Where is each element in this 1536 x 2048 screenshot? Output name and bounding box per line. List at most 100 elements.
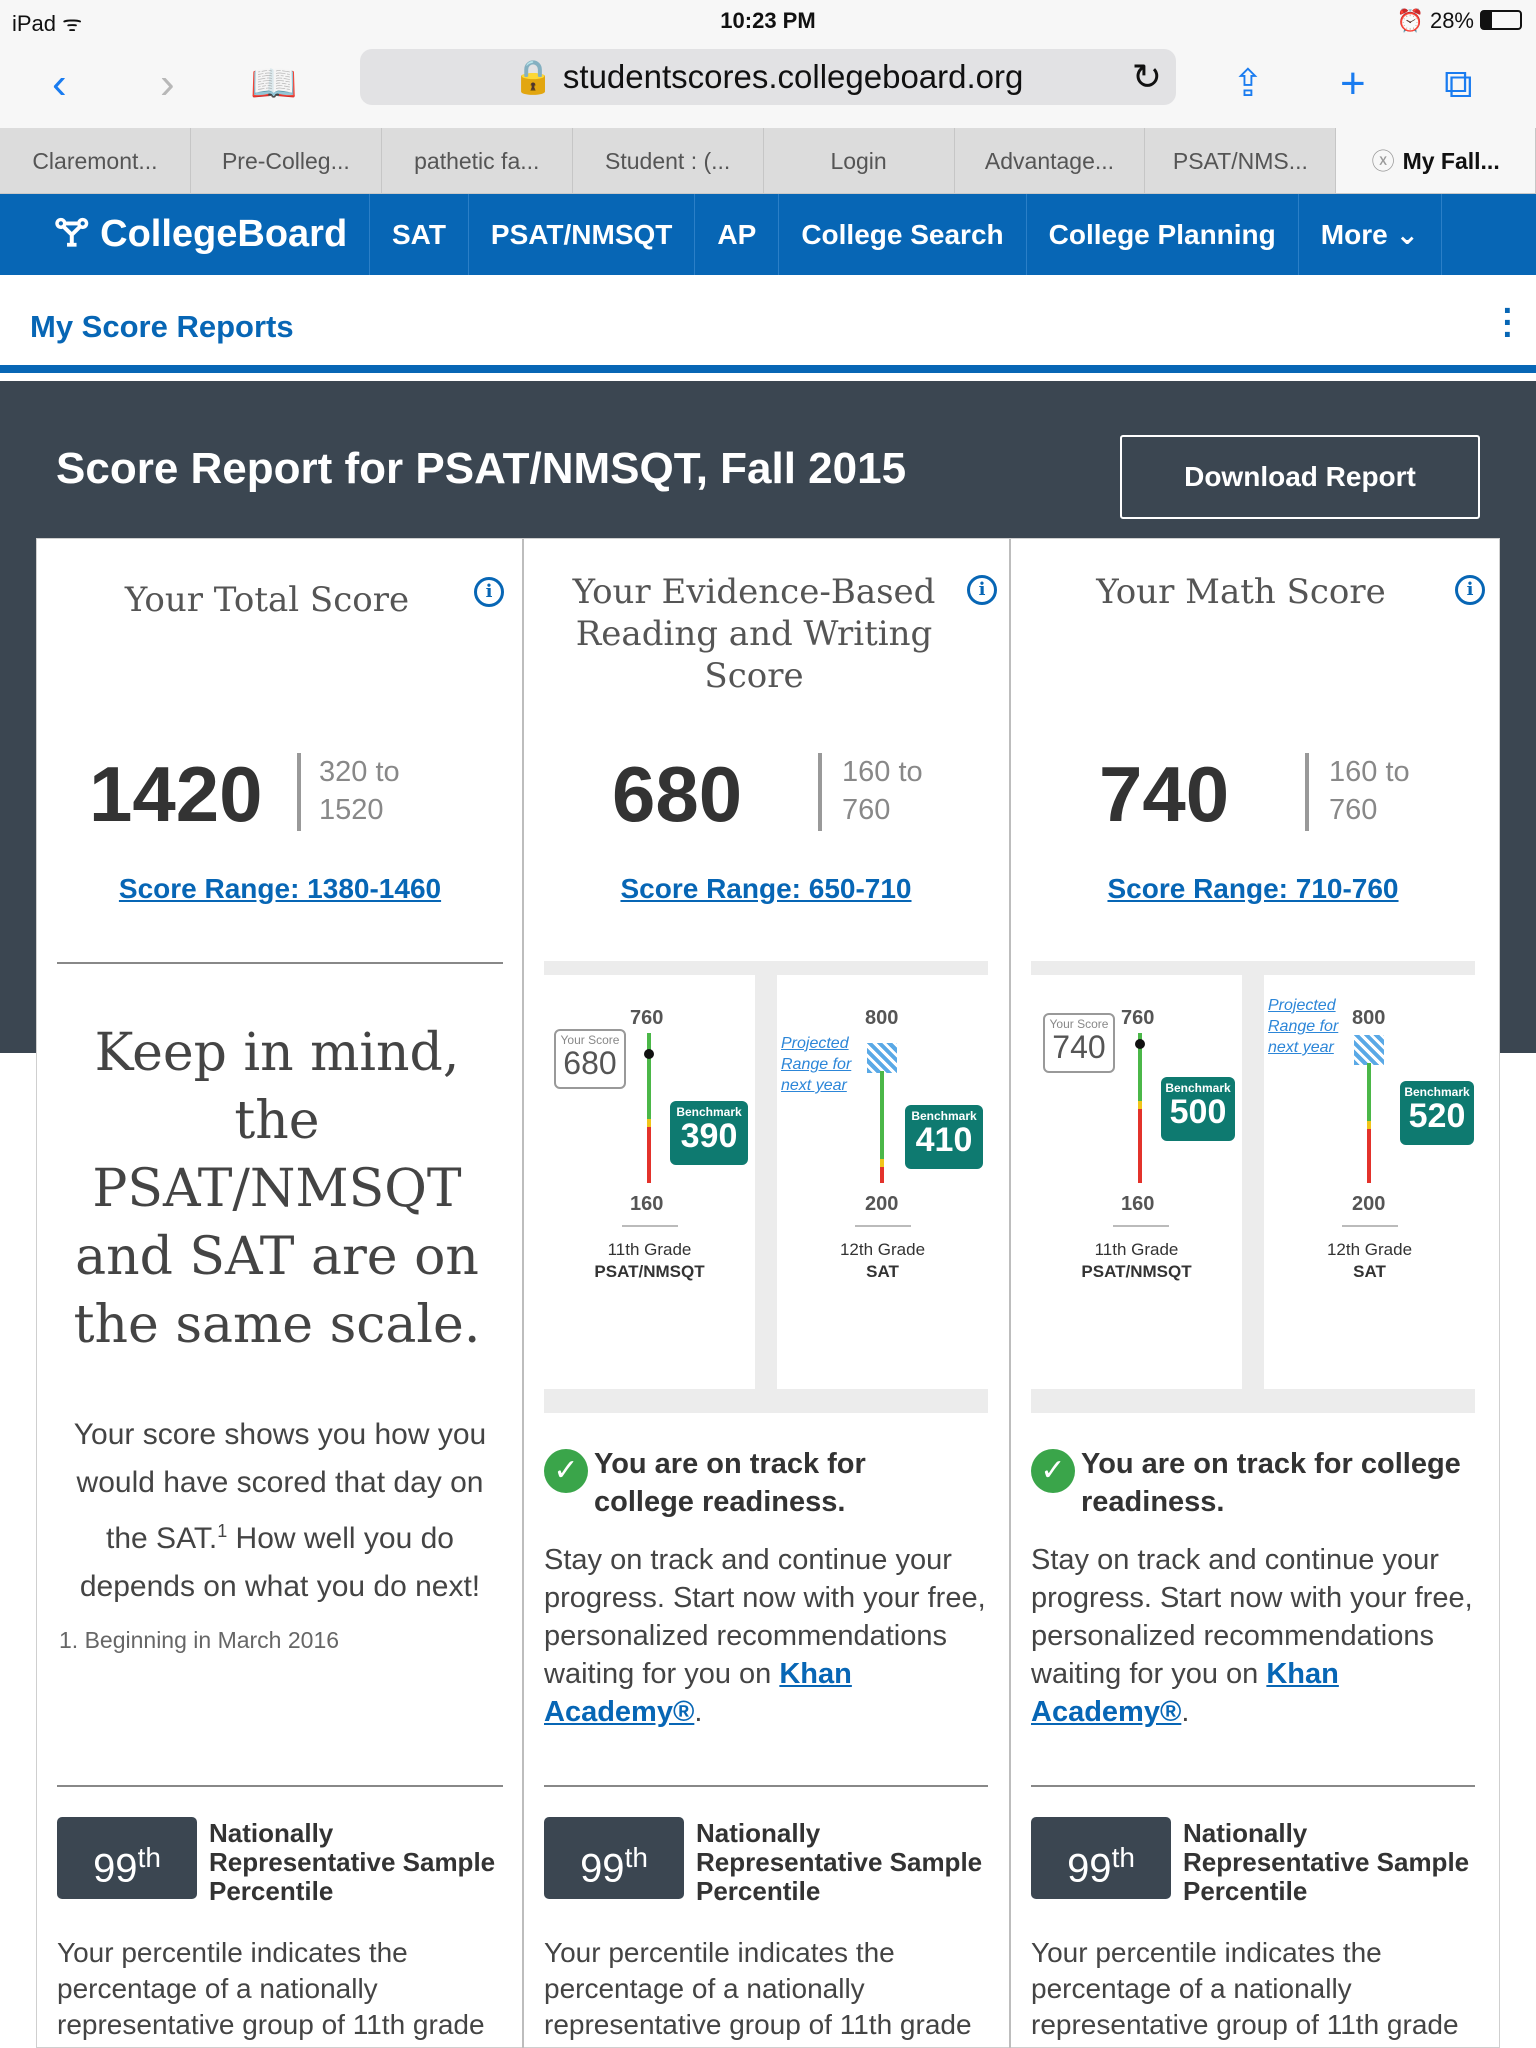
benchmark-badge: Benchmark 410 <box>905 1105 983 1169</box>
info-icon[interactable]: i <box>1455 575 1485 605</box>
sat-graph: 800 Projected Range for next year Benchm… <box>777 975 988 1389</box>
url-bar[interactable]: 🔒 studentscores.collegeboard.org ↻ <box>360 49 1176 105</box>
browser-tab[interactable]: Student : (... <box>573 128 764 193</box>
nav-psat[interactable]: PSAT/NMSQT <box>469 194 696 275</box>
score-scale: 160 to 760 <box>1329 756 1410 826</box>
scale-base <box>855 1225 911 1227</box>
score-scale: 320 to 1520 <box>319 756 400 826</box>
projected-range-label[interactable]: Projected Range for next year <box>781 1033 871 1096</box>
browser-tab[interactable]: Claremont... <box>0 128 191 193</box>
total-score: 1420 <box>89 750 263 838</box>
battery-percent: ⏰ 28% <box>1396 8 1474 33</box>
browser-tab[interactable]: Pre-Colleg... <box>191 128 382 193</box>
browser-tab[interactable]: PSAT/NMS... <box>1145 128 1337 193</box>
column-title: Your Total Score <box>124 580 410 620</box>
chevron-down-icon: ⌄ <box>1395 219 1419 250</box>
score-range-link[interactable]: Score Range: 1380-1460 <box>60 873 500 905</box>
tab-strip: Claremont... Pre-Colleg... pathetic fa..… <box>0 128 1536 194</box>
score-divider <box>818 753 822 831</box>
page-title[interactable]: My Score Reports <box>30 309 294 345</box>
ebrw-score: 680 <box>612 750 743 838</box>
percentile-label: Nationally Representative Sample Percent… <box>1183 1818 1470 1906</box>
nav-college-search[interactable]: College Search <box>779 194 1027 275</box>
scale-bottom: 160 <box>1121 1193 1155 1215</box>
on-track-message: You are on track for college readiness. <box>1081 1448 1461 1518</box>
benchmark-graph: 760 Your Score 680 Benchmark 390 160 11th … <box>544 961 988 1413</box>
divider <box>57 962 503 964</box>
info-icon[interactable]: i <box>967 575 997 605</box>
close-tab-icon[interactable]: ⓧ <box>1372 148 1395 174</box>
url-text: studentscores.collegeboard.org <box>562 58 1024 95</box>
score-range-link[interactable]: Score Range: 650-710 <box>546 873 986 905</box>
info-icon[interactable]: i <box>474 577 504 607</box>
percentile-text: Your percentile indicates the percentage… <box>544 1937 972 2040</box>
percentile-badge: 99th <box>544 1817 684 1899</box>
share-icon[interactable]: ⇪ <box>1232 54 1264 114</box>
nav-sat[interactable]: SAT <box>370 194 469 275</box>
tabs-icon[interactable]: ⧉ <box>1444 54 1473 114</box>
scale-base <box>1342 1225 1398 1227</box>
math-score-column: Your Math Score i 740 160 to 760 Score Ra… <box>1011 539 1501 2048</box>
total-score-column: Your Total Score i 1420 320 to 1520 Score… <box>37 539 524 2048</box>
bookmarks-icon[interactable]: 📖 <box>250 54 297 114</box>
projected-range-marker <box>867 1043 897 1073</box>
nav-more[interactable]: More ⌄ <box>1299 194 1442 275</box>
footnote: 1. Beginning in March 2016 <box>59 1627 340 1653</box>
scale-top: 800 <box>865 1007 899 1029</box>
psat-graph: 760 Your Score 740 Benchmark 500 160 11th … <box>1031 975 1242 1389</box>
benchmark-badge: Benchmark 390 <box>670 1101 748 1165</box>
score-track <box>880 1071 884 1183</box>
psat-graph: 760 Your Score 680 Benchmark 390 160 11th … <box>544 975 755 1389</box>
back-icon[interactable]: ‹ <box>52 54 67 114</box>
sub-header: My Score Reports · · · <box>0 275 1536 373</box>
divider <box>1031 1785 1475 1787</box>
download-report-button[interactable]: Download Report <box>1120 435 1480 519</box>
benchmark-badge: Benchmark 520 <box>1400 1081 1474 1145</box>
your-score-tag: Your Score 740 <box>1043 1013 1115 1073</box>
percentile-text: Your percentile indicates the percentage… <box>57 1937 485 2040</box>
check-icon: ✓ <box>1031 1449 1075 1493</box>
scale-base <box>622 1225 678 1227</box>
your-score-marker <box>644 1049 654 1059</box>
reload-icon[interactable]: ↻ <box>1132 49 1162 105</box>
forward-icon[interactable]: › <box>160 54 175 114</box>
score-scale: 160 to 760 <box>842 756 923 826</box>
column-title: Your Math Score <box>1096 572 1386 612</box>
percentile-text: Your percentile indicates the percentage… <box>1031 1937 1459 2040</box>
grade-label: 11th Grade PSAT/NMSQT <box>1081 1240 1192 1281</box>
browser-tab[interactable]: pathetic fa... <box>382 128 573 193</box>
keep-in-mind-text: Keep in mind, the PSAT/NMSQT and SAT are… <box>73 1023 481 1355</box>
report-title: Score Report for PSAT/NMSQT, Fall 2015 <box>56 444 907 493</box>
site-nav: 🝖 CollegeBoard SAT PSAT/NMSQT AP College… <box>0 194 1536 275</box>
browser-tab[interactable]: Advantage... <box>955 128 1146 193</box>
check-icon: ✓ <box>544 1449 588 1493</box>
battery-icon <box>1480 10 1522 30</box>
collegeboard-logo[interactable]: 🝖 CollegeBoard <box>0 194 370 275</box>
score-track <box>1367 1063 1371 1183</box>
status-time: 10:23 PM <box>720 8 816 33</box>
percentile-label: Nationally Representative Sample Percent… <box>696 1818 983 1906</box>
score-card: Your Total Score i 1420 320 to 1520 Score… <box>36 538 1500 2048</box>
benchmark-badge: Benchmark 500 <box>1161 1077 1235 1141</box>
projected-range-label[interactable]: Projected Range for next year <box>1268 995 1358 1058</box>
more-options-icon[interactable]: · · · <box>1503 294 1514 352</box>
browser-tab[interactable]: Login <box>764 128 955 193</box>
math-score: 740 <box>1099 750 1230 838</box>
new-tab-icon[interactable]: + <box>1340 54 1366 114</box>
score-divider <box>1305 753 1309 831</box>
on-track-message: You are on track for college readiness. <box>594 1448 866 1518</box>
grade-label: 12th Grade SAT <box>1326 1240 1413 1281</box>
score-track <box>1138 1033 1142 1183</box>
advice-text: Stay on track and continue your progress… <box>544 1544 986 1728</box>
nav-ap[interactable]: AP <box>695 194 780 275</box>
percentile-badge: 99th <box>1031 1817 1171 1899</box>
percentile-label: Nationally Representative Sample Percent… <box>209 1818 496 1906</box>
scale-bottom: 160 <box>630 1193 664 1215</box>
grade-label: 11th Grade PSAT/NMSQT <box>594 1240 705 1281</box>
divider <box>57 1785 503 1787</box>
browser-tab-active[interactable]: ⓧ My Fall... <box>1336 128 1536 193</box>
your-score-tag: Your Score 680 <box>554 1029 626 1089</box>
nav-college-planning[interactable]: College Planning <box>1027 194 1299 275</box>
percentile-badge: 99th <box>57 1817 197 1899</box>
score-range-link[interactable]: Score Range: 710-760 <box>1033 873 1473 905</box>
